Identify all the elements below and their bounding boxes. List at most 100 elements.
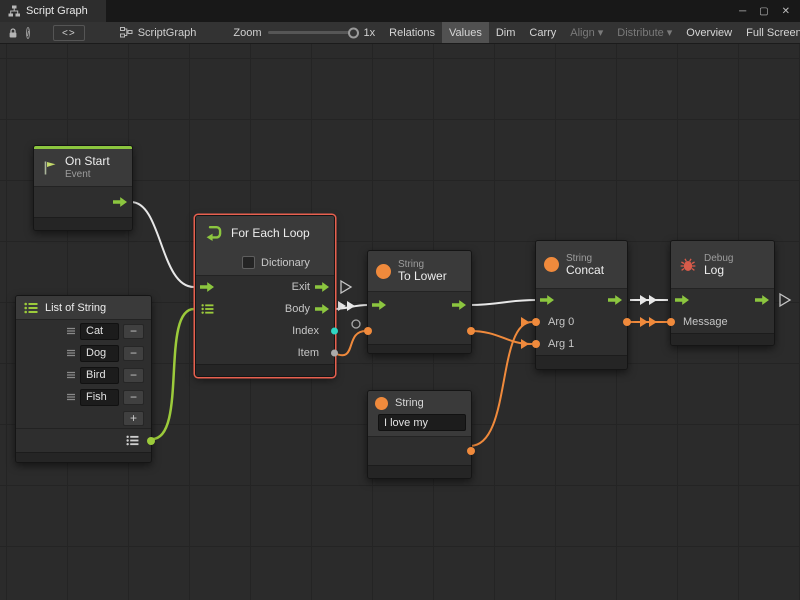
exit-flow-output-port[interactable] — [315, 282, 330, 293]
add-item-button[interactable]: + — [123, 411, 144, 426]
node-header[interactable]: String — [368, 391, 471, 437]
result-output-port[interactable] — [623, 318, 631, 326]
value-output-port[interactable] — [467, 447, 475, 455]
info-icon[interactable]: i — [26, 27, 30, 39]
dictionary-checkbox[interactable] — [242, 256, 255, 269]
string-unit-icon — [544, 257, 559, 272]
node-header[interactable]: String To Lower — [368, 251, 471, 292]
flow-input-port[interactable] — [540, 295, 555, 306]
zoom-slider[interactable] — [268, 31, 358, 34]
node-footer — [671, 333, 774, 345]
string-unit-icon — [375, 397, 388, 410]
relations-button[interactable]: Relations — [382, 22, 442, 43]
align-label: Align — [570, 27, 594, 39]
fullscreen-button[interactable]: Full Screen — [739, 22, 800, 43]
arg0-input-port[interactable] — [532, 318, 540, 326]
node-list-of-string[interactable]: List of String − − − − + — [15, 295, 152, 463]
zoom-slider-handle[interactable] — [348, 27, 359, 38]
script-graph-window: Script Graph ─ ▢ ✕ i <> ScriptGraph — [0, 0, 800, 600]
dim-button[interactable]: Dim — [489, 22, 523, 43]
port-row — [671, 289, 774, 311]
arg1-port-label: Arg 1 — [536, 338, 574, 350]
graph-name-label: ScriptGraph — [138, 27, 197, 39]
list-input-port[interactable] — [201, 304, 214, 315]
port-row: Arg 1 — [536, 333, 627, 355]
lock-icon[interactable] — [7, 27, 19, 39]
string-value-input[interactable] — [378, 414, 466, 431]
dictionary-label: Dictionary — [261, 257, 310, 269]
flow-output-port[interactable] — [608, 295, 623, 306]
port-row: Exit — [196, 276, 334, 298]
port-row: Body — [196, 298, 334, 320]
flow-output-port[interactable] — [452, 300, 467, 311]
body-flow-output-port[interactable] — [315, 304, 330, 315]
port-row: Message — [671, 311, 774, 333]
remove-item-button[interactable]: − — [123, 324, 144, 339]
graph-icon — [8, 5, 20, 17]
grip-icon[interactable] — [66, 348, 76, 358]
maximize-button[interactable]: ▢ — [759, 6, 768, 17]
minimize-button[interactable]: ─ — [739, 6, 746, 17]
toolbar-buttons: Relations Values Dim Carry Align▾ Distri… — [382, 22, 800, 43]
node-subtitle: Event — [65, 168, 110, 181]
caret-down-icon: ▾ — [667, 26, 673, 39]
list-output-icon — [126, 435, 139, 446]
node-header[interactable]: Debug Log — [671, 241, 774, 289]
index-output-port[interactable] — [331, 328, 338, 335]
flow-input-port[interactable] — [372, 300, 387, 311]
list-item-row: − — [16, 386, 151, 408]
result-output-port[interactable] — [467, 327, 475, 335]
remove-item-button[interactable]: − — [123, 368, 144, 383]
port-row — [368, 437, 471, 465]
list-item-input[interactable] — [80, 345, 119, 362]
node-string-literal[interactable]: String — [367, 390, 472, 479]
node-header[interactable]: List of String — [16, 296, 151, 320]
align-button[interactable]: Align▾ — [563, 22, 610, 43]
overview-label: Overview — [686, 27, 732, 39]
list-item-input[interactable] — [80, 389, 119, 406]
list-icon — [24, 302, 38, 314]
flow-output-port[interactable] — [755, 295, 770, 306]
values-button[interactable]: Values — [442, 22, 489, 43]
code-view-button[interactable]: <> — [53, 25, 85, 41]
grip-icon[interactable] — [66, 326, 76, 336]
port-row — [368, 292, 471, 318]
list-item-input[interactable] — [80, 323, 119, 340]
node-to-lower[interactable]: String To Lower — [367, 250, 472, 354]
arg1-input-port[interactable] — [532, 340, 540, 348]
grip-icon[interactable] — [66, 370, 76, 380]
node-debug-log[interactable]: Debug Log Message — [670, 240, 775, 346]
close-button[interactable]: ✕ — [782, 6, 790, 17]
node-on-start[interactable]: On Start Event — [33, 145, 133, 231]
list-item-input[interactable] — [80, 367, 119, 384]
carry-button[interactable]: Carry — [522, 22, 563, 43]
fullscreen-label: Full Screen — [746, 27, 800, 39]
titlebar: Script Graph ─ ▢ ✕ — [0, 0, 800, 22]
item-output-port[interactable] — [331, 350, 338, 357]
node-header[interactable]: String Concat — [536, 241, 627, 289]
message-input-port[interactable] — [667, 318, 675, 326]
string-input-port[interactable] — [364, 327, 372, 335]
node-concat[interactable]: String Concat Arg 0 Arg 1 — [535, 240, 628, 370]
node-header[interactable]: On Start Event — [34, 149, 132, 187]
overview-button[interactable]: Overview — [679, 22, 739, 43]
flow-output-port[interactable] — [113, 197, 128, 208]
grip-icon[interactable] — [66, 392, 76, 402]
remove-item-button[interactable]: − — [123, 390, 144, 405]
script-graph-tab[interactable]: Script Graph — [0, 0, 106, 22]
port-row — [536, 289, 627, 311]
list-output-port[interactable] — [147, 437, 155, 445]
scriptgraph-icon — [120, 27, 133, 38]
remove-item-button[interactable]: − — [123, 346, 144, 361]
graph-breadcrumb[interactable]: ScriptGraph — [120, 27, 197, 39]
flow-input-port[interactable] — [200, 282, 215, 293]
port-row: Arg 0 — [536, 311, 627, 333]
item-port-label: Item — [298, 347, 334, 359]
node-header[interactable]: For Each Loop — [196, 216, 334, 250]
node-for-each-loop[interactable]: For Each Loop Dictionary Exit Bod — [195, 215, 335, 377]
distribute-button[interactable]: Distribute▾ — [610, 22, 679, 43]
flow-input-port[interactable] — [675, 295, 690, 306]
node-title: On Start — [65, 155, 110, 168]
flag-icon — [42, 160, 58, 176]
port-row: Index — [196, 320, 334, 342]
